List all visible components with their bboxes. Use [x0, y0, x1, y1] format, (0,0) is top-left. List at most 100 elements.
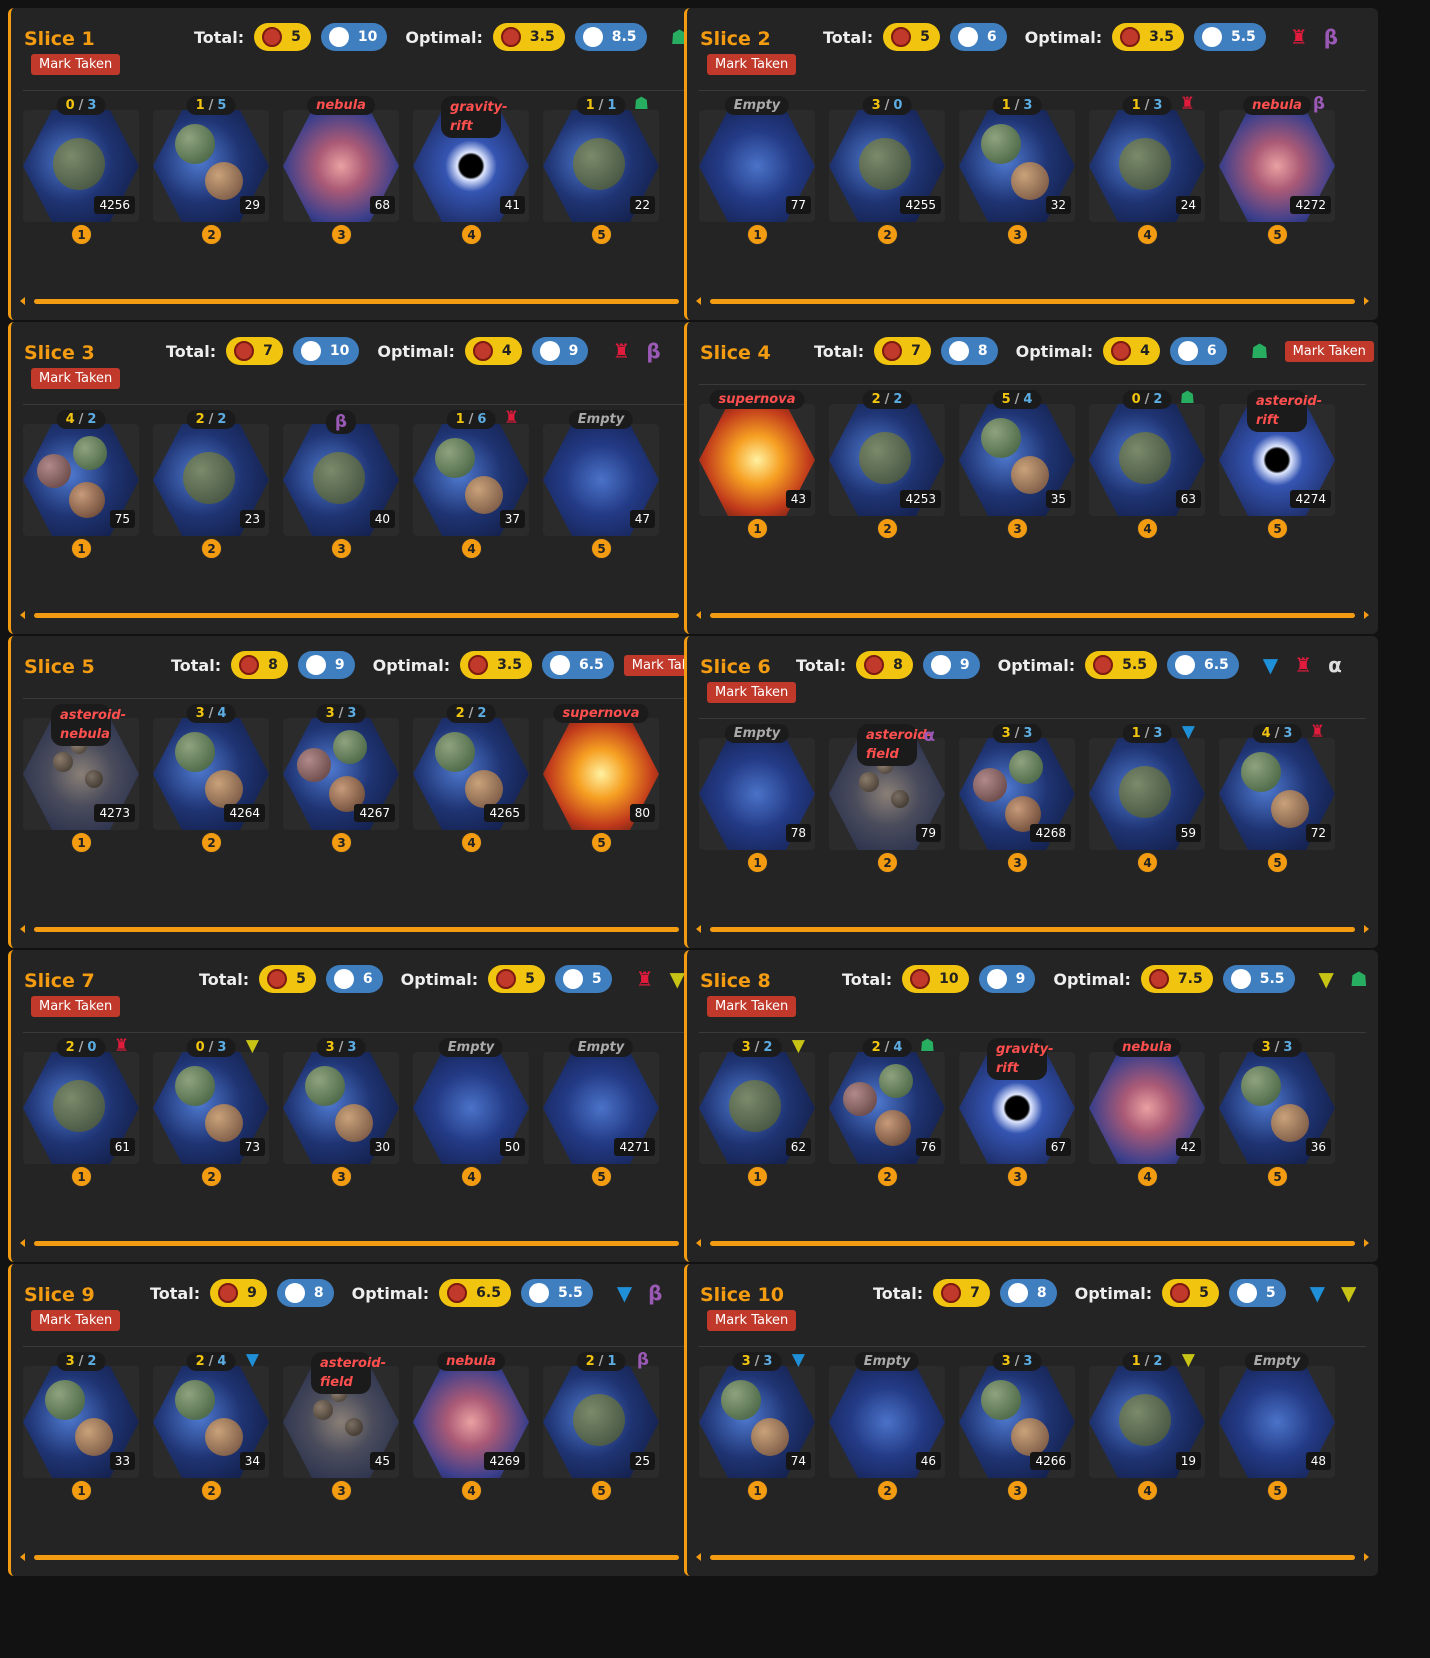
mark-taken-button[interactable]: Mark Taken: [707, 1310, 797, 1331]
horizontal-scrollbar[interactable]: [20, 924, 693, 934]
scroll-right-arrow[interactable]: [1364, 297, 1369, 305]
system-tile[interactable]: nebula 68 3: [283, 96, 399, 245]
scroll-right-arrow[interactable]: [1364, 1239, 1369, 1247]
mark-taken-button[interactable]: Mark Taken: [31, 54, 121, 75]
scroll-thumb[interactable]: [34, 927, 679, 932]
system-tile[interactable]: 2/1 β 25 5: [543, 1350, 659, 1501]
scroll-left-arrow[interactable]: [696, 611, 701, 619]
system-tile[interactable]: Empty 48 5: [1219, 1352, 1335, 1501]
horizontal-scrollbar[interactable]: [696, 296, 1369, 306]
mark-taken-button[interactable]: Mark Taken: [1284, 340, 1374, 362]
horizontal-scrollbar[interactable]: [696, 1238, 1369, 1248]
horizontal-scrollbar[interactable]: [696, 610, 1369, 620]
mark-taken-button[interactable]: Mark Taken: [707, 54, 797, 75]
scroll-thumb[interactable]: [710, 613, 1355, 618]
planet-graphic: [573, 138, 625, 190]
system-tile[interactable]: 1/3 ▼ 59 4: [1089, 722, 1205, 873]
scroll-right-arrow[interactable]: [1364, 925, 1369, 933]
system-tile[interactable]: 1/2 ▼ 19 4: [1089, 1350, 1205, 1501]
system-tile[interactable]: 3/2 ▼ 62 1: [699, 1036, 815, 1187]
system-tile[interactable]: 1/3 ♜ 24 4: [1089, 94, 1205, 245]
total-influence-pill: 9: [297, 651, 355, 679]
mark-taken-button[interactable]: Mark Taken: [707, 996, 797, 1017]
system-tile[interactable]: 1/1 ☗ 22 5: [543, 94, 659, 245]
system-tile[interactable]: 3/4 4264 2: [153, 704, 269, 853]
system-tile[interactable]: 0/3 4256 1: [23, 96, 139, 245]
scroll-left-arrow[interactable]: [20, 297, 25, 305]
system-tile[interactable]: 1/3 32 3: [959, 96, 1075, 245]
tile-resource-influence: 0/3: [186, 1038, 236, 1057]
system-tile[interactable]: 3/3 4266 3: [959, 1352, 1075, 1501]
system-tile[interactable]: nebula 4269 4: [413, 1352, 529, 1501]
system-tile[interactable]: Empty 46 2: [829, 1352, 945, 1501]
mark-taken-button[interactable]: Mark Taken: [31, 996, 121, 1017]
system-tile[interactable]: gravity-rift 67 3: [959, 1038, 1075, 1187]
scroll-thumb[interactable]: [34, 299, 679, 304]
system-tile[interactable]: gravity-rift 41 4: [413, 96, 529, 245]
horizontal-scrollbar[interactable]: [696, 1552, 1369, 1562]
system-tile[interactable]: 2/2 23 2: [153, 410, 269, 559]
scroll-right-arrow[interactable]: [1364, 1553, 1369, 1561]
system-tile[interactable]: 5/4 35 3: [959, 390, 1075, 539]
scroll-left-arrow[interactable]: [20, 1239, 25, 1247]
system-tile[interactable]: 2/4 ☗ 76 2: [829, 1036, 945, 1187]
scroll-thumb[interactable]: [710, 1241, 1355, 1246]
system-tile[interactable]: 3/3 ▼ 74 1: [699, 1350, 815, 1501]
tile-resources: 3: [1001, 1354, 1011, 1369]
system-tile[interactable]: 4/2 75 1: [23, 410, 139, 559]
tile-type-label: Empty: [854, 1352, 920, 1371]
system-tile[interactable]: asteroid-nebula 4273 1: [23, 704, 139, 853]
scroll-right-arrow[interactable]: [1364, 611, 1369, 619]
mark-taken-button[interactable]: Mark Taken: [31, 368, 121, 389]
scroll-left-arrow[interactable]: [696, 925, 701, 933]
system-tile[interactable]: 3/3 4268 3: [959, 724, 1075, 873]
system-tile[interactable]: nebula β 4272 5: [1219, 94, 1335, 245]
mark-taken-button[interactable]: Mark Taken: [707, 682, 797, 703]
scroll-thumb[interactable]: [34, 1555, 679, 1560]
system-tile[interactable]: 1/5 29 2: [153, 96, 269, 245]
system-tile[interactable]: supernova 43 1: [699, 390, 815, 539]
scroll-left-arrow[interactable]: [696, 1553, 701, 1561]
system-tile[interactable]: Empty 50 4: [413, 1038, 529, 1187]
scroll-thumb[interactable]: [710, 1555, 1355, 1560]
system-tile[interactable]: β 40 3: [283, 410, 399, 559]
system-tile[interactable]: Empty 47 5: [543, 410, 659, 559]
system-tile[interactable]: 2/2 4265 4: [413, 704, 529, 853]
system-tile[interactable]: 1/6 ♜ 37 4: [413, 408, 529, 559]
mark-taken-button[interactable]: Mark Taken: [31, 1310, 121, 1331]
horizontal-scrollbar[interactable]: [20, 1238, 693, 1248]
scroll-left-arrow[interactable]: [20, 925, 25, 933]
system-tile[interactable]: asteroid-rift 4274 5: [1219, 390, 1335, 539]
scroll-left-arrow[interactable]: [20, 1553, 25, 1561]
system-tile[interactable]: asteroid-field α 79 2: [829, 724, 945, 873]
system-tile[interactable]: supernova 80 5: [543, 704, 659, 853]
system-tile[interactable]: 2/0 ♜ 61 1: [23, 1036, 139, 1187]
scroll-left-arrow[interactable]: [696, 1239, 701, 1247]
horizontal-scrollbar[interactable]: [696, 924, 1369, 934]
system-tile[interactable]: 3/2 33 1: [23, 1352, 139, 1501]
system-tile[interactable]: 3/3 4267 3: [283, 704, 399, 853]
system-tile[interactable]: asteroid-field 45 3: [283, 1352, 399, 1501]
system-tile[interactable]: 2/4 ▼ 34 2: [153, 1350, 269, 1501]
system-tile[interactable]: 3/3 30 3: [283, 1038, 399, 1187]
horizontal-scrollbar[interactable]: [20, 1552, 693, 1562]
system-tile[interactable]: 3/0 4255 2: [829, 96, 945, 245]
system-tile[interactable]: Empty 4271 5: [543, 1038, 659, 1187]
system-tile[interactable]: 3/3 36 5: [1219, 1038, 1335, 1187]
green-faction-icon: ☗: [1349, 967, 1368, 991]
system-tile[interactable]: Empty 78 1: [699, 724, 815, 873]
scroll-left-arrow[interactable]: [20, 611, 25, 619]
horizontal-scrollbar[interactable]: [20, 296, 693, 306]
system-tile[interactable]: 0/3 ▼ 73 2: [153, 1036, 269, 1187]
system-tile[interactable]: Empty 77 1: [699, 96, 815, 245]
system-tile[interactable]: 4/3 ♜ 72 5: [1219, 722, 1335, 873]
scroll-left-arrow[interactable]: [696, 297, 701, 305]
system-tile[interactable]: 2/2 4253 2: [829, 390, 945, 539]
scroll-thumb[interactable]: [34, 613, 679, 618]
scroll-thumb[interactable]: [34, 1241, 679, 1246]
scroll-thumb[interactable]: [710, 927, 1355, 932]
system-tile[interactable]: 0/2 ☗ 63 4: [1089, 388, 1205, 539]
scroll-thumb[interactable]: [710, 299, 1355, 304]
system-tile[interactable]: nebula 42 4: [1089, 1038, 1205, 1187]
horizontal-scrollbar[interactable]: [20, 610, 693, 620]
